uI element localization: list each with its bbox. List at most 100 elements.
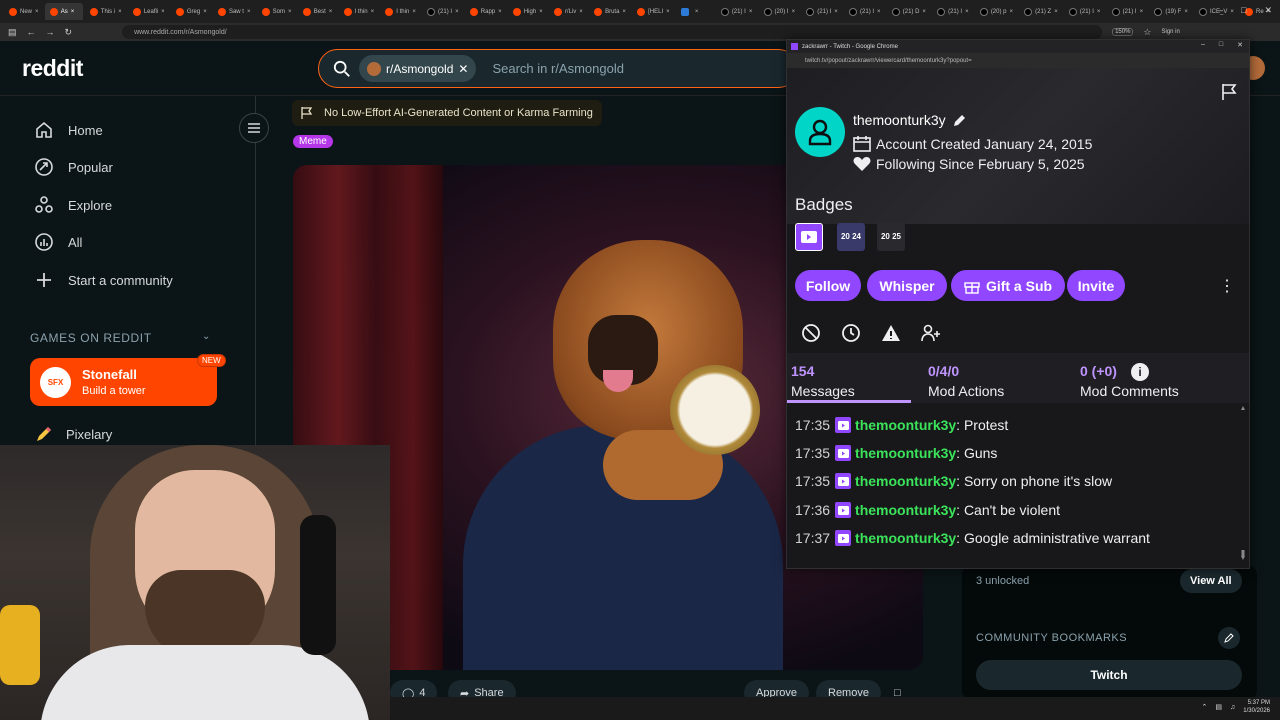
browser-tab[interactable]: Saw t × [213,3,255,20]
post-flair[interactable]: Meme [293,135,333,148]
follow-button[interactable]: Follow [795,270,861,301]
message-username[interactable]: themoonturk3y [855,473,956,489]
url-field[interactable]: www.reddit.com/r/Asmongold/ [122,25,1103,39]
clock[interactable]: 5:37 PM 1/30/2026 [1243,699,1270,715]
chevron-up-icon[interactable]: ⌃ [1202,703,1208,711]
browser-tab[interactable]: As × [44,3,83,20]
tab-close-icon[interactable]: × [834,9,838,15]
tab-close-icon[interactable]: × [695,9,699,15]
browser-tab[interactable]: (20) I × [759,3,800,20]
add-mod-icon[interactable] [921,323,941,343]
browser-tab[interactable]: (19) F × [1149,3,1192,20]
sign-in-button[interactable]: Sign in [1162,29,1180,35]
tab-close-icon[interactable]: × [1054,9,1058,15]
tab-close-icon[interactable]: × [329,9,333,15]
browser-tab[interactable]: (21) I × [844,3,885,20]
ban-icon[interactable] [801,323,821,343]
sidebar-item-start-community[interactable]: Start a community [34,270,173,290]
browser-tab[interactable]: (21) Z × [1019,3,1062,20]
edit-bookmarks-button[interactable] [1218,627,1240,649]
more-options-icon[interactable]: ⋮ [1219,276,1235,296]
report-flag-icon[interactable] [1219,82,1239,107]
edit-pencil-icon[interactable] [953,114,966,127]
tab-close-icon[interactable]: × [666,9,670,15]
browser-tab[interactable]: (21) D × [887,3,930,20]
browser-tab[interactable]: [HELI × [632,3,674,20]
message-username[interactable]: themoonturk3y [855,530,956,546]
chat-message[interactable]: 17:37 themoonturk3y: Google administrativ… [795,530,1150,546]
warning-icon[interactable] [881,323,901,343]
bookmark-star-icon[interactable]: ☆ [1143,27,1151,38]
minimize-icon[interactable]: – [1201,41,1205,49]
chevron-down-icon[interactable]: ⌄ [202,331,210,342]
tab-close-icon[interactable]: × [1184,9,1188,15]
browser-tab[interactable]: Best × [298,3,337,20]
tab-close-icon[interactable]: × [539,9,543,15]
whisper-button[interactable]: Whisper [867,270,947,301]
search-bar[interactable]: r/Asmongold ✕ Search in r/Asmongold [318,49,798,88]
tab-close-icon[interactable]: × [1097,9,1101,15]
browser-tab[interactable]: (21) I × [801,3,842,20]
search-input[interactable]: Search in r/Asmongold [492,61,624,76]
tab-close-icon[interactable]: × [118,9,122,15]
browser-tab[interactable]: Rapp × [465,3,506,20]
tab-close-icon[interactable]: × [288,9,292,15]
tab-close-icon[interactable]: × [247,9,251,15]
browser-tab[interactable]: New × [4,3,43,20]
chat-message[interactable]: 17:35 themoonturk3y: Guns [795,445,997,461]
tab-close-icon[interactable]: × [877,9,881,15]
browser-tab[interactable]: (21) I × [422,3,463,20]
year-2025-badge[interactable]: 20 25 [877,223,905,251]
message-username[interactable]: themoonturk3y [855,417,956,433]
tab-close-icon[interactable]: × [749,9,753,15]
browser-tab[interactable]: (21) I × [716,3,757,20]
minimize-icon[interactable]: – [1218,5,1223,16]
tab-close-icon[interactable]: × [1010,9,1014,15]
stonefall-game-card[interactable]: SFX Stonefall Build a tower [30,358,217,406]
browser-tab[interactable]: High × [508,3,547,20]
network-icon[interactable]: ▤ [1215,703,1222,711]
chat-message[interactable]: 17:36 themoonturk3y: Can't be violent [795,502,1060,518]
gift-sub-button[interactable]: Gift a Sub [951,270,1065,301]
twitch-username[interactable]: themoonturk3y [853,112,966,128]
browser-tab[interactable]: (21) I × [1064,3,1105,20]
reddit-logo[interactable]: reddit [22,55,83,82]
timeout-clock-icon[interactable] [841,323,861,343]
year-2024-badge[interactable]: 20 24 [837,223,865,251]
collapse-sidebar-button[interactable] [239,113,269,143]
reload-icon[interactable]: ↻ [65,27,73,38]
view-all-button[interactable]: View All [1180,569,1242,593]
browser-tab[interactable]: (20) p × [975,3,1017,20]
tab-close-icon[interactable]: × [161,9,165,15]
info-icon[interactable]: i [1131,363,1149,381]
close-icon[interactable]: ✕ [1264,5,1272,16]
message-username[interactable]: themoonturk3y [855,502,956,518]
browser-tab[interactable]: Som × [257,3,296,20]
twitch-user-avatar[interactable] [795,107,845,157]
tab-close-icon[interactable]: × [922,9,926,15]
tab-close-icon[interactable]: × [35,9,39,15]
sidebar-item-home[interactable]: Home [34,120,103,140]
maximize-icon[interactable]: □ [1219,41,1223,49]
tab-close-icon[interactable]: × [498,9,502,15]
tab-close-icon[interactable]: × [71,9,75,15]
tab-close-icon[interactable]: × [965,9,969,15]
games-section-title[interactable]: GAMES ON REDDIT [30,331,152,345]
browser-tab[interactable]: Leafli × [128,3,169,20]
browser-tab[interactable]: I thin × [380,3,420,20]
twitch-badge[interactable] [795,223,823,251]
browser-tab[interactable]: Bruta × [589,3,630,20]
message-username[interactable]: themoonturk3y [855,445,956,461]
sidebar-item-explore[interactable]: Explore [34,195,112,215]
chat-message[interactable]: 17:35 themoonturk3y: Sorry on phone it's … [795,473,1112,489]
forward-icon[interactable]: → [46,27,55,37]
search-subreddit-chip[interactable]: r/Asmongold ✕ [359,55,477,82]
maximize-icon[interactable]: □ [1241,5,1246,16]
volume-icon[interactable]: ♫ [1230,704,1235,711]
tab-close-icon[interactable]: × [371,9,375,15]
browser-tab[interactable]: r/Liv × [549,3,587,20]
sidebar-toggle-icon[interactable]: ▤ [8,27,17,38]
tab-close-icon[interactable]: × [622,9,626,15]
browser-tab[interactable]: Greg × [171,3,211,20]
tab-close-icon[interactable]: × [792,9,796,15]
